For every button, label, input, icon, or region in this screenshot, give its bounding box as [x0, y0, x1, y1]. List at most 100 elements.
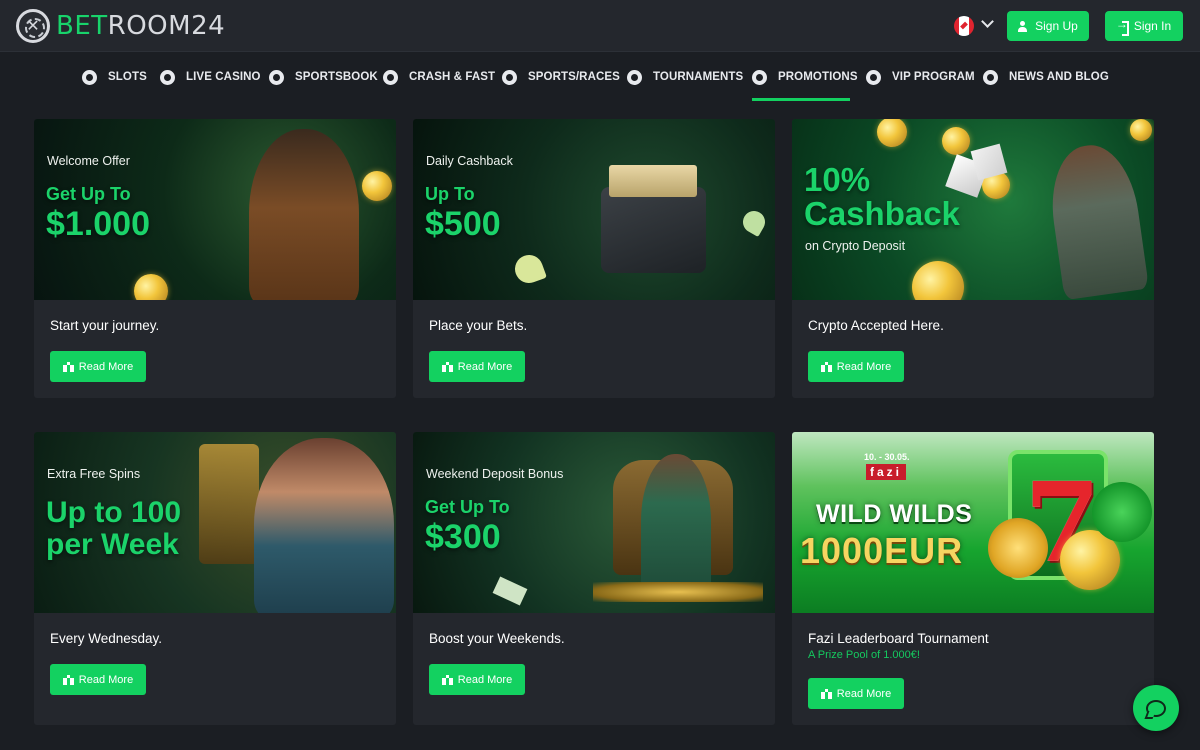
banner-headline-1: Get Up To [425, 497, 510, 517]
gift-icon [441, 361, 453, 375]
banner-subtitle: Extra Free Spins [47, 467, 141, 481]
banner-headline-1: WILD WILDS [816, 500, 973, 528]
sign-up-button[interactable]: Sign Up [1007, 11, 1089, 41]
gift-icon [441, 674, 453, 688]
canada-flag-icon[interactable] [954, 16, 974, 36]
banknote-icon [492, 576, 528, 606]
nav-item-news-blog[interactable]: NEWS AND BLOG [983, 67, 1109, 87]
banner-figure [641, 454, 711, 594]
main-nav: SLOTS LIVE CASINO SPORTSBOOK CRASH & FAS… [0, 53, 1200, 101]
nav-item-promotions[interactable]: PROMOTIONS [752, 67, 858, 87]
nav-item-sportsbook[interactable]: SPORTSBOOK [269, 67, 378, 87]
megaphone-icon [983, 69, 998, 85]
promo-card-weekend: Weekend Deposit Bonus Get Up To $300 Boo… [413, 432, 775, 725]
nav-item-slots[interactable]: SLOTS [82, 67, 147, 87]
promo-title: Every Wednesday. [50, 631, 163, 646]
promo-banner[interactable]: Extra Free Spins Up to 100 per Week [34, 432, 396, 613]
sportsbook-icon [269, 69, 284, 85]
wallet-icon [601, 187, 706, 273]
read-more-button[interactable]: Read More [429, 664, 525, 695]
gift-icon [62, 361, 74, 375]
nav-item-sports-races[interactable]: SPORTS/RACES [502, 67, 620, 87]
promo-title: Start your journey. [50, 318, 160, 333]
banner-headline-1: Up to 100 [46, 496, 182, 529]
banner-subtitle: Daily Cashback [426, 154, 513, 168]
promo-banner[interactable]: 10% Cashback on Crypto Deposit [792, 119, 1154, 300]
gift-icon [62, 674, 74, 688]
banner-headline-2: 1000EUR [800, 530, 964, 571]
read-more-button[interactable]: Read More [50, 664, 146, 695]
trophy-icon [627, 69, 642, 85]
banner-headline-2: per Week [46, 528, 179, 561]
fazi-brand-badge: fazi [866, 464, 907, 480]
slot-machine-icon [199, 444, 259, 564]
gift-icon [820, 688, 832, 702]
promo-card-fazi: 7 10. - 30.05. fazi WILD WILDS 1000EUR F… [792, 432, 1154, 725]
banner-headline-1: Get Up To [46, 184, 131, 204]
club-icon [511, 251, 547, 287]
sign-in-label: Sign In [1133, 19, 1172, 33]
coin-icon [1130, 119, 1152, 141]
spade-icon [738, 206, 770, 238]
promo-subtitle: A Prize Pool of 1.000€! [808, 649, 920, 661]
banner-headline-2: Cashback [804, 195, 960, 232]
promo-banner[interactable]: 7 10. - 30.05. fazi WILD WILDS 1000EUR [792, 432, 1154, 613]
read-more-button[interactable]: Read More [808, 351, 904, 382]
banknotes-icon [609, 165, 697, 197]
sign-up-label: Sign Up [1035, 19, 1078, 33]
coin-pile-icon [593, 582, 763, 602]
top-header: ✕ BETROOM24 Sign Up Sign In [0, 0, 1200, 52]
add-user-icon [1018, 20, 1030, 32]
promo-banner[interactable]: Weekend Deposit Bonus Get Up To $300 [413, 432, 775, 613]
banner-figure [254, 438, 394, 613]
banner-figure [249, 129, 359, 300]
coin-icon [942, 127, 970, 155]
sports-races-icon [502, 69, 517, 85]
promo-card-welcome: Welcome Offer Get Up To $1.000 Start you… [34, 119, 396, 398]
chevron-down-icon[interactable] [981, 16, 995, 30]
banner-date: 10. - 30.05. [864, 452, 910, 462]
site-logo[interactable]: ✕ BETROOM24 [16, 8, 225, 44]
roulette-logo-icon: ✕ [16, 9, 50, 43]
nav-item-live-casino[interactable]: LIVE CASINO [160, 67, 261, 87]
banner-headline-1: Up To [425, 184, 475, 204]
nav-item-tournaments[interactable]: TOURNAMENTS [627, 67, 743, 87]
logo-wordmark: BETROOM24 [56, 11, 226, 41]
crown-icon [866, 69, 881, 85]
coin-icon [912, 261, 964, 300]
promo-title: Crypto Accepted Here. [808, 318, 944, 333]
promo-card-free-spins: Extra Free Spins Up to 100 per Week Ever… [34, 432, 396, 725]
banner-subtitle: Weekend Deposit Bonus [426, 467, 564, 481]
coin-icon [362, 171, 392, 201]
banner-headline-2: $300 [425, 518, 501, 556]
sign-in-button[interactable]: Sign In [1105, 11, 1183, 41]
chat-icon [1146, 699, 1166, 717]
active-tab-indicator [752, 98, 850, 101]
banner-figure [1043, 139, 1150, 300]
promo-card-crypto: 10% Cashback on Crypto Deposit Crypto Ac… [792, 119, 1154, 398]
nav-item-crash-fast[interactable]: CRASH & FAST [383, 67, 495, 87]
read-more-button[interactable]: Read More [50, 351, 146, 382]
gold-clover-icon [988, 518, 1048, 578]
live-chat-button[interactable] [1133, 685, 1179, 731]
promo-title: Place your Bets. [429, 318, 528, 333]
promo-banner[interactable]: Welcome Offer Get Up To $1.000 [34, 119, 396, 300]
banner-subtitle: on Crypto Deposit [805, 239, 906, 253]
promo-title: Boost your Weekends. [429, 631, 565, 646]
promo-banner[interactable]: Daily Cashback Up To $500 [413, 119, 775, 300]
nav-item-vip-program[interactable]: VIP PROGRAM [866, 67, 975, 87]
gift-icon [820, 361, 832, 375]
coin-icon [877, 119, 907, 147]
green-clover-icon [1092, 482, 1152, 542]
banner-headline-1: 10% [804, 161, 871, 198]
sign-in-icon [1116, 17, 1129, 36]
read-more-button[interactable]: Read More [429, 351, 525, 382]
banner-headline-2: $1.000 [46, 205, 150, 243]
gift-icon [752, 69, 767, 85]
slots-icon [82, 69, 97, 85]
read-more-button[interactable]: Read More [808, 678, 904, 709]
banner-headline-2: $500 [425, 205, 501, 243]
promo-card-cashback: Daily Cashback Up To $500 Place your Bet… [413, 119, 775, 398]
banner-subtitle: Welcome Offer [47, 154, 130, 168]
promo-title: Fazi Leaderboard Tournament [808, 631, 989, 646]
